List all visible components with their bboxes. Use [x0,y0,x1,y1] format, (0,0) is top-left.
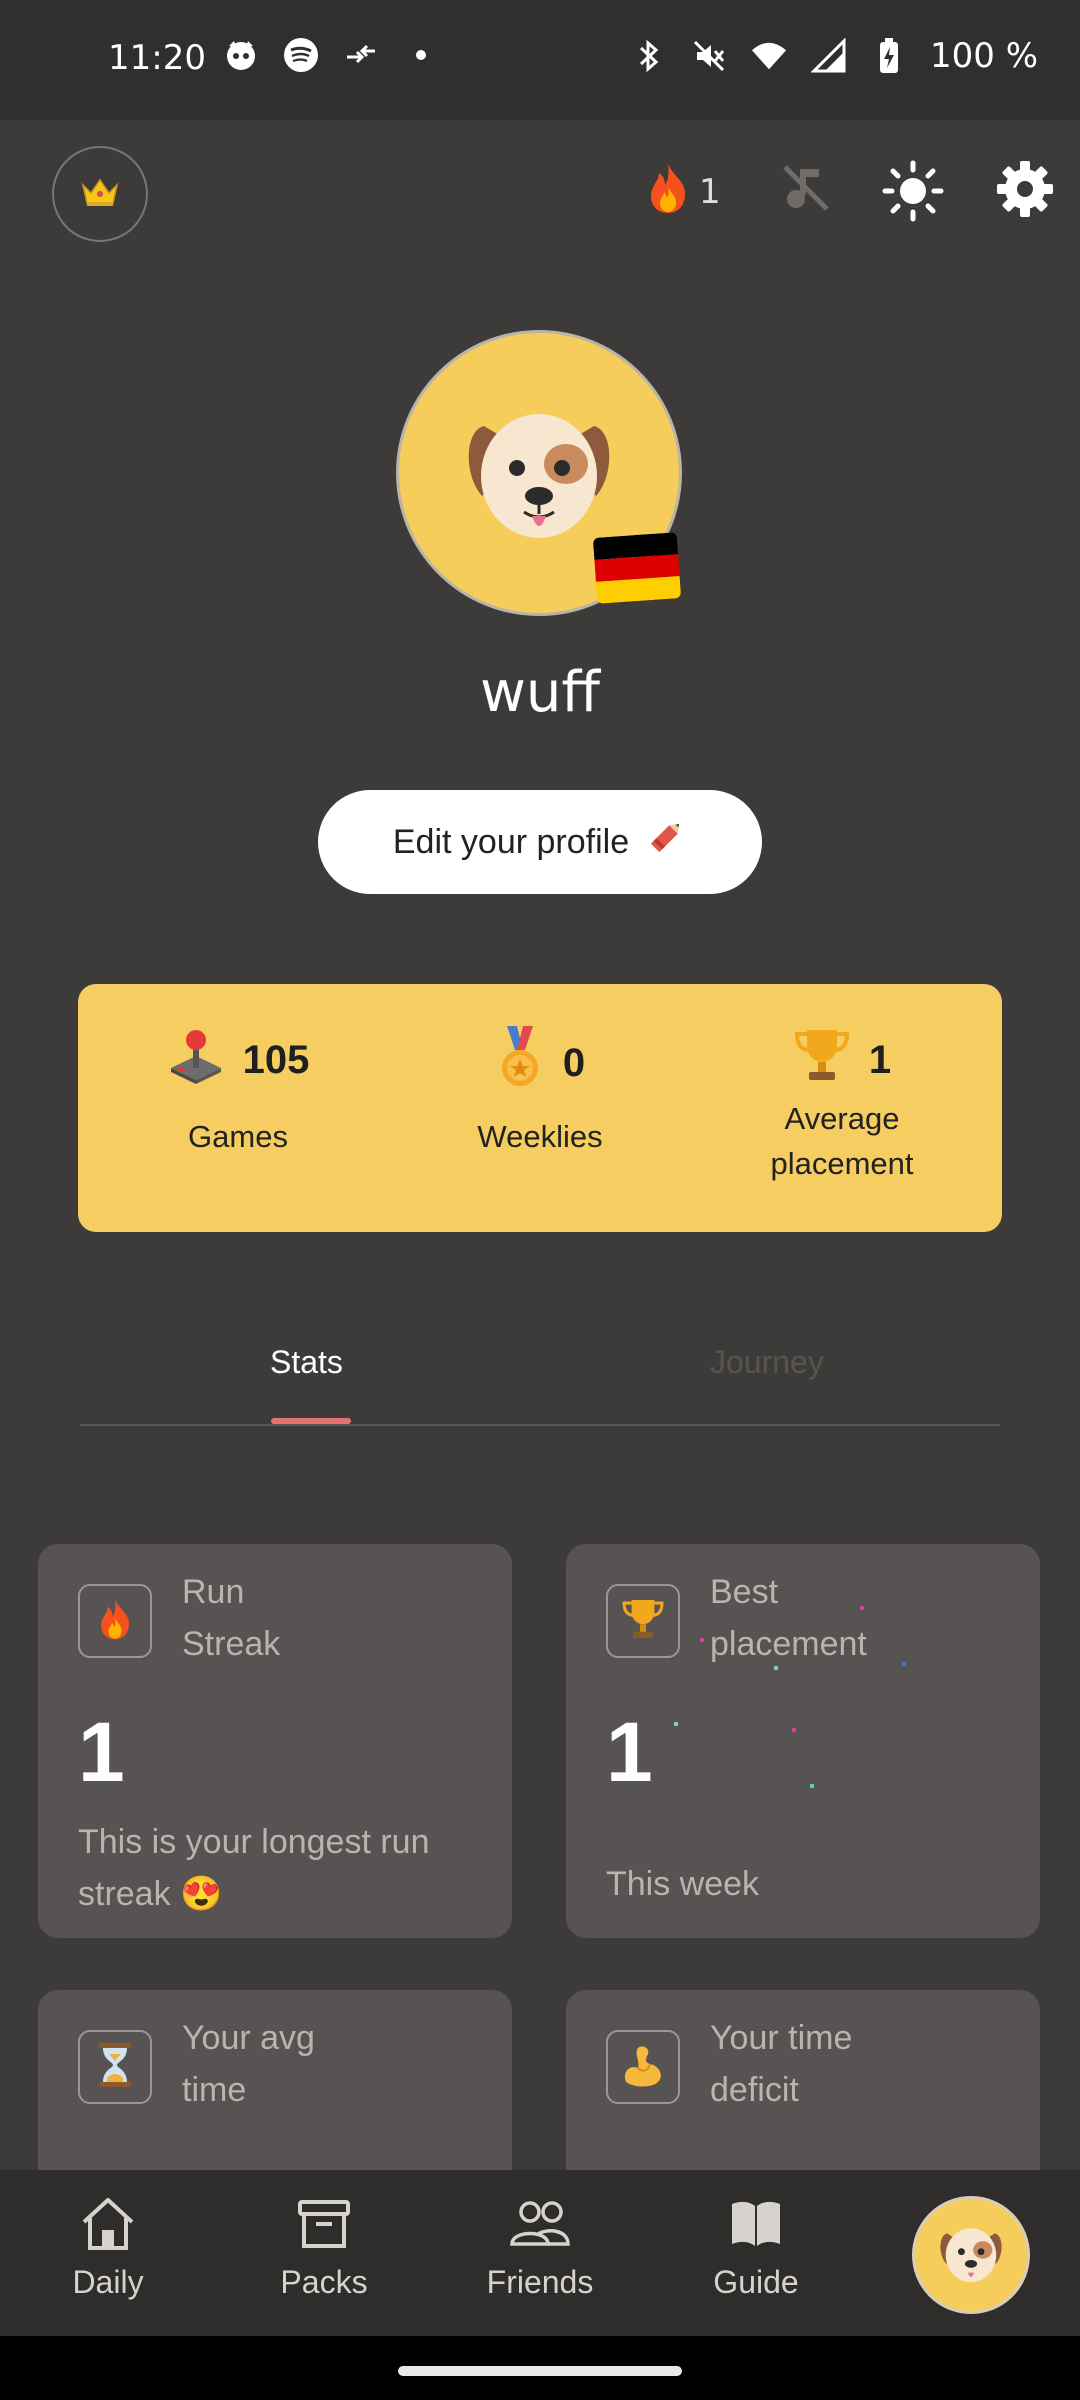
people-icon [508,2201,572,2256]
best-placement-value: 1 [606,1705,653,1799]
home-icon [78,2198,138,2256]
medal-icon [495,1026,545,1100]
profile-tabs: Stats Journey [80,1320,1000,1426]
tile-icon-frame [78,1584,152,1658]
cat-notification-icon [222,36,260,74]
nav-daily-label: Daily [72,2264,144,2300]
status-bar: 11:20 100 % [0,0,1080,120]
edit-profile-label: Edit your profile [392,822,630,861]
vibrate-off-icon [690,37,728,75]
edit-profile-button[interactable]: Edit your profile [318,790,762,894]
run-streak-title: Run Streak [182,1573,281,1663]
nav-friends-label: Friends [486,2264,594,2300]
home-gesture-bar[interactable] [398,2366,682,2376]
archive-box-icon [296,2200,352,2256]
crayon-icon [643,816,687,869]
germany-flag-icon [592,532,682,604]
cell-signal-icon [810,37,848,75]
trophy-icon [621,1597,665,1645]
active-tab-indicator [271,1418,351,1424]
fire-icon [645,161,691,224]
trophy-icon [793,1026,851,1094]
username: wuff [480,660,600,725]
nav-friends[interactable]: Friends [460,2196,620,2301]
run-streak-description: This is your longest run streak 😍 [78,1823,430,1913]
confetti-piece [792,1728,796,1732]
games-count: 105 [242,1037,310,1082]
theme-toggle-button[interactable] [882,160,944,226]
crown-icon [81,177,119,211]
tab-stats[interactable]: Stats [270,1344,343,1381]
notification-dot-icon [402,36,440,74]
run-streak-value: 1 [78,1705,125,1799]
nav-profile-avatar[interactable] [912,2196,1030,2314]
premium-crown-button[interactable] [52,146,148,242]
tab-journey[interactable]: Journey [710,1344,824,1381]
wifi-icon [750,37,788,75]
nav-guide[interactable]: Guide [676,2196,836,2301]
weeklies-count: 0 [562,1040,586,1085]
sun-icon [882,160,944,226]
confetti-piece [700,1638,704,1642]
flexed-biceps-icon [620,2042,666,2092]
avg-time-title: Your avg time [182,2019,315,2109]
confetti-piece [902,1662,906,1666]
run-streak-tile[interactable]: Run Streak 1 This is your longest run st… [38,1544,512,1938]
stat-weeklies: 0 Weeklies [390,984,690,1232]
nav-guide-label: Guide [713,2264,799,2300]
nav-daily[interactable]: Daily [28,2196,188,2301]
summary-stats-card: 105 Games 0 Weeklies 1 Average placement [78,984,1002,1232]
average-placement-value: 1 [868,1037,892,1082]
confetti-piece [674,1722,678,1726]
streak-count: 1 [699,172,721,212]
gear-icon [996,160,1054,222]
fire-icon [96,1597,134,1645]
confetti-piece [774,1666,778,1670]
streak-indicator[interactable]: 1 [645,162,721,222]
best-placement-title: Best placement [710,1573,867,1663]
battery-charging-icon [870,37,908,75]
hourglass-icon [97,2042,133,2092]
settings-button[interactable] [994,160,1056,222]
confetti-piece [810,1784,814,1788]
status-time: 11:20 [108,38,206,78]
battery-percentage: 100 % [929,36,1038,76]
stat-average-placement: 1 Average placement [692,984,992,1232]
games-label: Games [188,1119,288,1154]
data-transfer-icon [342,36,380,74]
dog-face-icon [454,386,624,560]
dog-face-icon [934,2216,1008,2294]
best-placement-description: This week [606,1865,760,1903]
spotify-icon [282,36,320,74]
bluetooth-icon [630,37,668,75]
weeklies-label: Weeklies [477,1119,603,1154]
stat-games: 105 Games [88,984,388,1232]
tile-icon-frame [606,2030,680,2104]
tile-icon-frame [78,2030,152,2104]
confetti-piece [860,1606,864,1610]
nav-packs-label: Packs [280,2264,368,2300]
best-placement-tile[interactable]: Best placement 1 This week [566,1544,1040,1938]
music-off-button[interactable] [778,162,834,218]
music-off-icon [779,161,833,219]
nav-packs[interactable]: Packs [244,2196,404,2301]
joystick-icon [167,1026,225,1094]
book-icon [728,2201,784,2256]
average-placement-label: Average placement [770,1101,914,1181]
tile-icon-frame [606,1584,680,1658]
time-deficit-title: Your time deficit [710,2019,853,2109]
